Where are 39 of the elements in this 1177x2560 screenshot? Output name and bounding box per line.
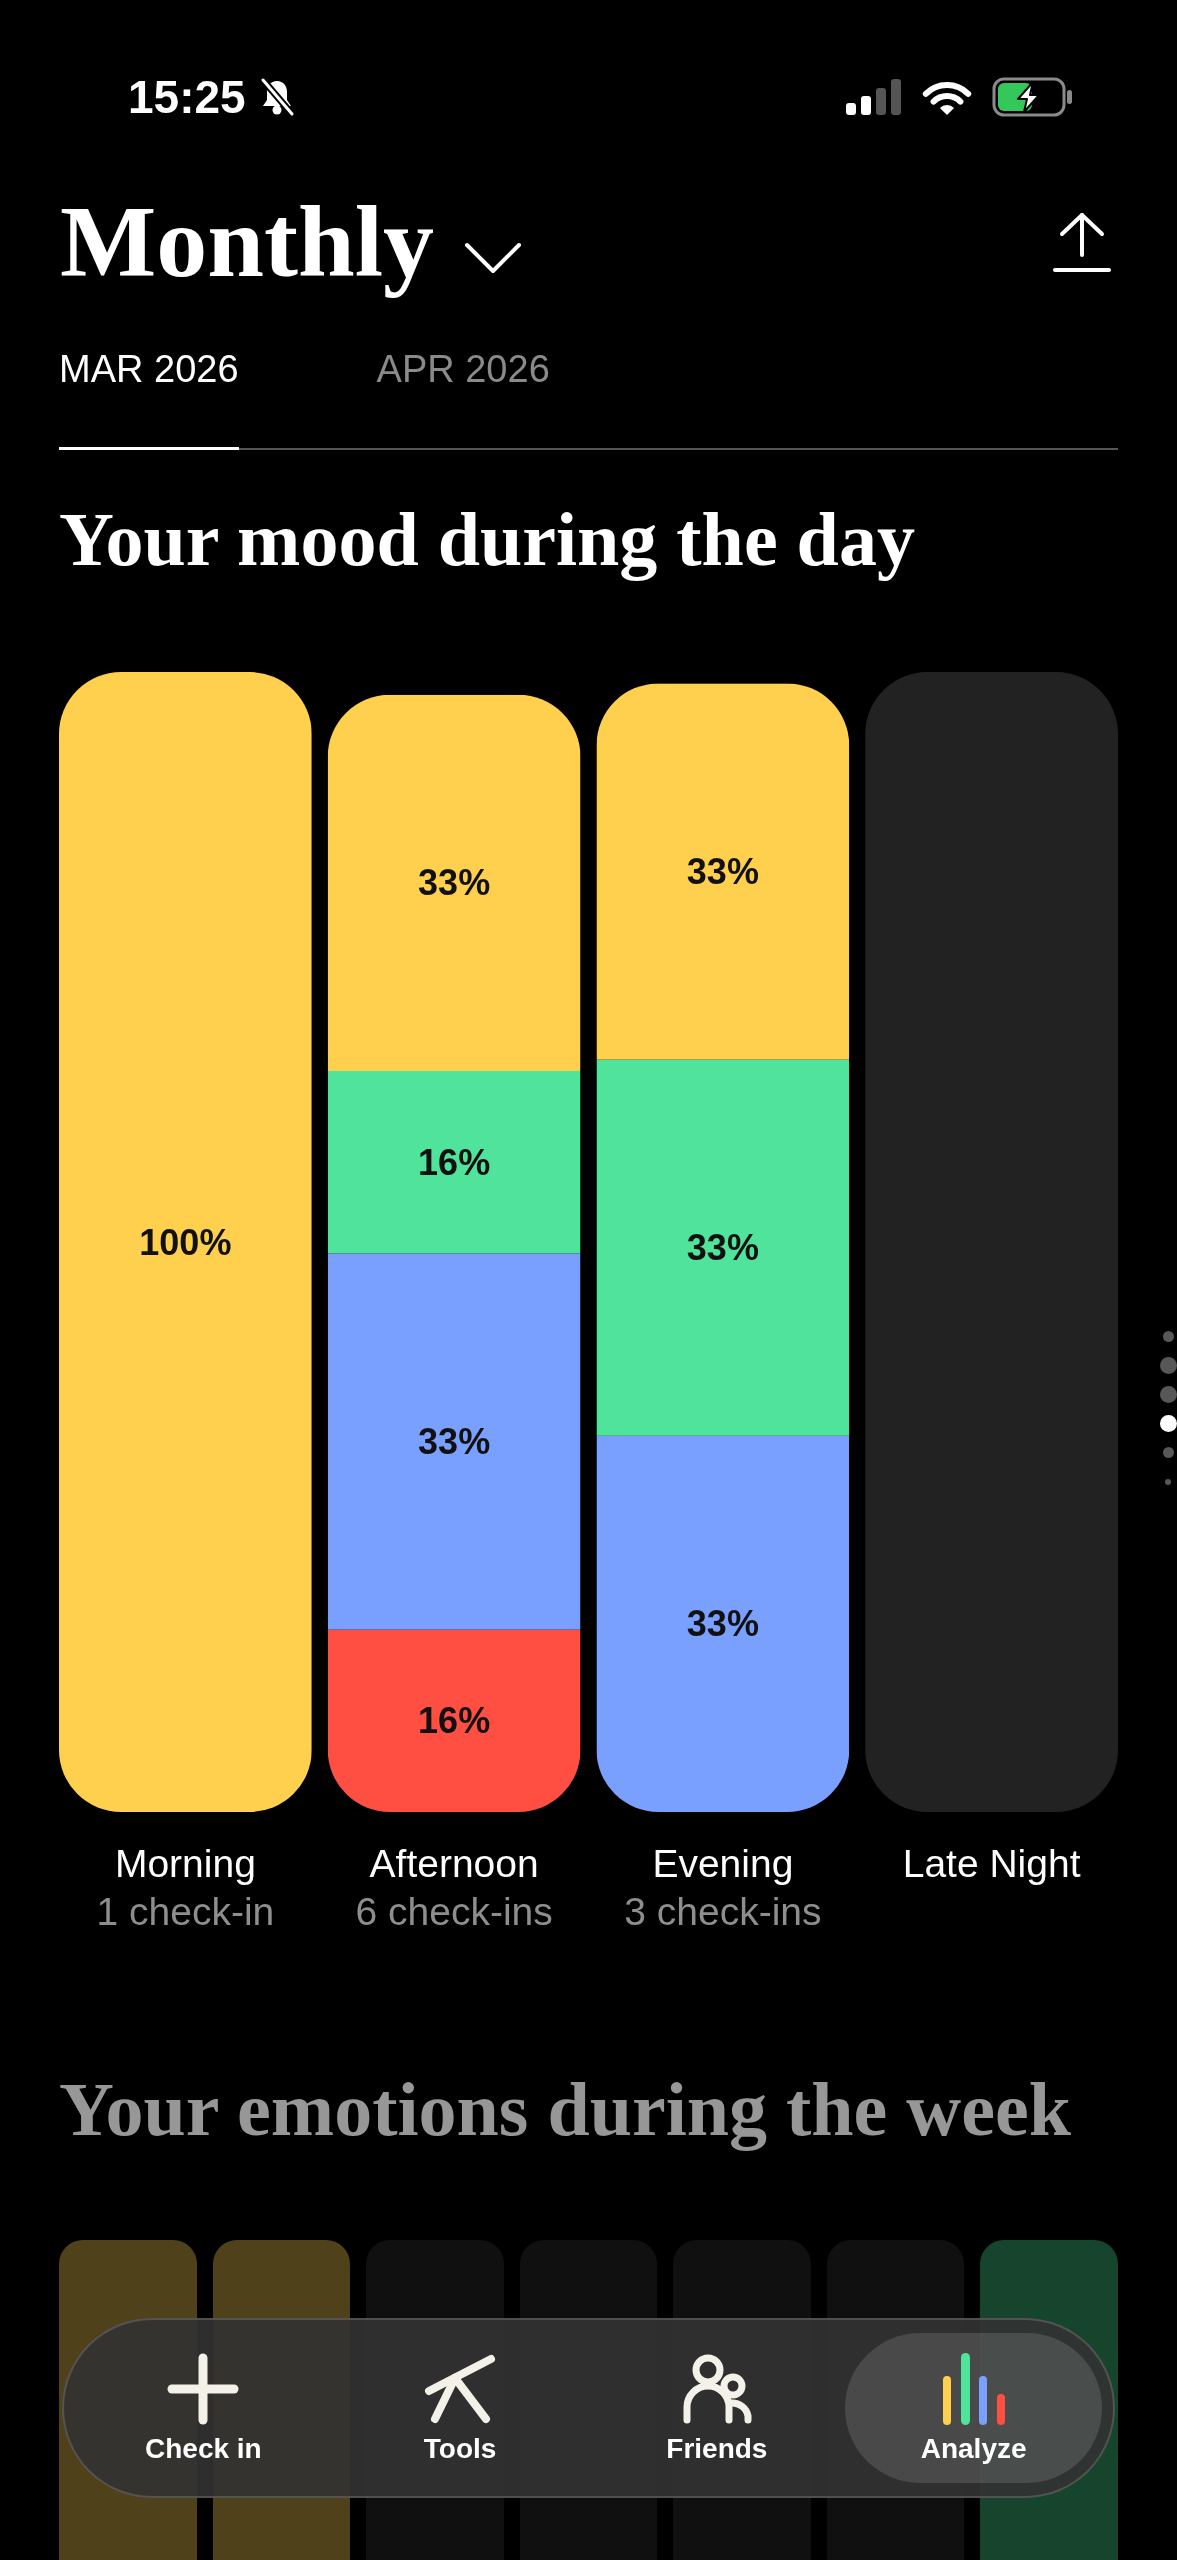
tab-bar-button[interactable]: Friends [588,2333,846,2483]
value-label: 100% [139,1221,232,1263]
share-icon [1053,211,1111,273]
signal-icon [846,79,902,115]
check-in-count: 1 check-in [96,1889,275,1933]
tab-bar-button[interactable]: Check in [75,2333,332,2483]
value-label: 16% [418,1700,491,1742]
tab-bar-button[interactable]: Tools [331,2333,589,2483]
value-label: 16% [418,1141,491,1183]
value-label: 33% [418,1421,491,1462]
time-of-day-label: Morning [114,1841,256,1885]
value-label: 33% [418,862,491,904]
time-of-day-label: Late Night [902,1841,1081,1885]
time-of-day-label: Afternoon [369,1841,539,1885]
tab-bar-button[interactable]: Analyze [845,2333,1102,2483]
value-label: 33% [686,1603,759,1645]
page-dot[interactable] [1159,1386,1177,1403]
period-dropdown[interactable]: Monthly [60,187,523,297]
time-of-day-label: Evening [652,1841,794,1885]
share-button[interactable] [1053,211,1111,273]
page-dot[interactable] [1159,1415,1177,1432]
page-dot[interactable] [1162,1447,1174,1458]
check-in-count: 6 check-ins [355,1889,553,1933]
page-dot[interactable] [1165,1478,1171,1485]
plus-icon [167,2353,240,2425]
page-dot[interactable] [1159,1357,1177,1374]
month-tab[interactable]: MAR 2026 [59,346,239,450]
battery-charging-icon [992,77,1074,117]
month-tab[interactable]: APR 2026 [376,346,550,450]
section-title: Your emotions during the week [59,2067,1072,2152]
value-label: 33% [686,1227,759,1269]
telescope-icon [424,2353,497,2425]
section-title: Your mood during the day [59,497,916,582]
chevron-down-icon [464,242,523,274]
status-time: 15:25 [128,70,246,124]
check-in-count: 3 check-ins [624,1889,822,1933]
value-label: 33% [686,851,759,892]
bar-chart-icon [942,2353,1005,2425]
page-dot[interactable] [1162,1331,1174,1342]
